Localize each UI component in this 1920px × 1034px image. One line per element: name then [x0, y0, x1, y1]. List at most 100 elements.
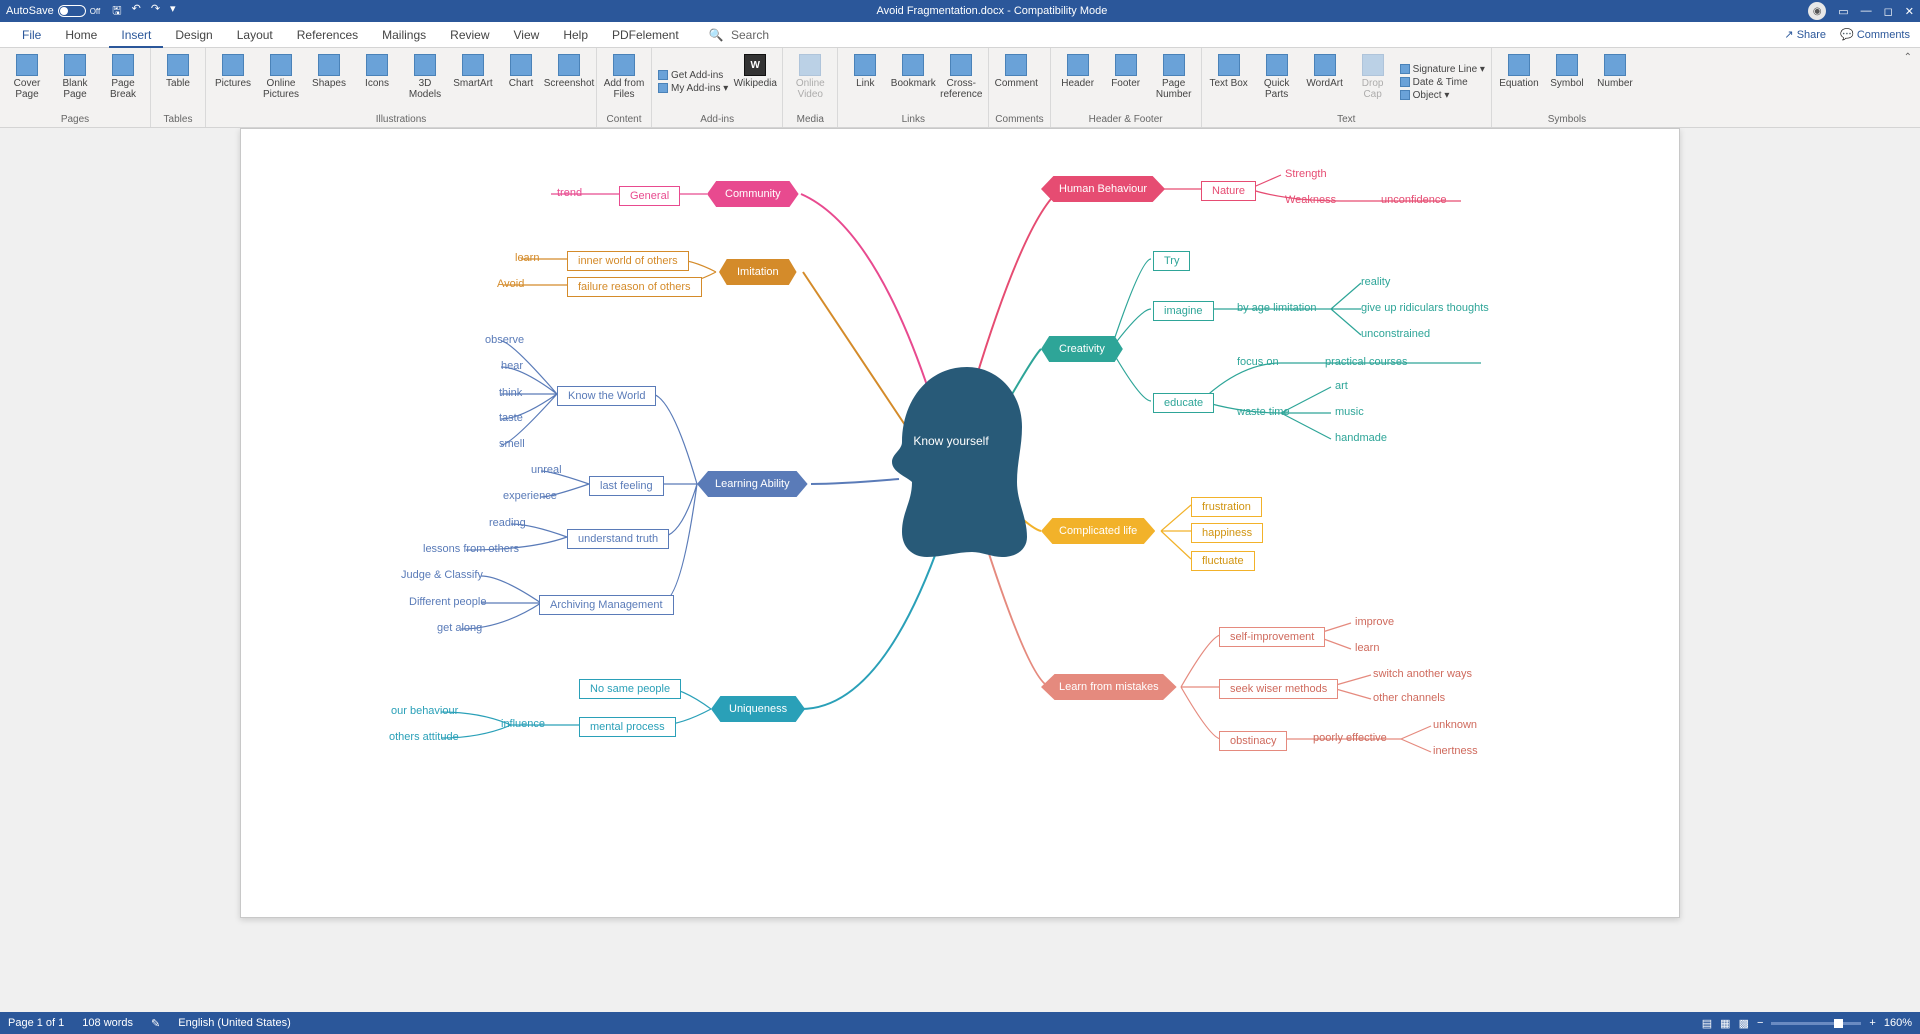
node-learn2: learn — [1355, 642, 1379, 654]
print-layout-icon[interactable]: ▦ — [1720, 1017, 1730, 1030]
chart-icon — [510, 54, 532, 76]
node-uniqueness: Uniqueness — [711, 696, 805, 722]
pictures-button[interactable]: Pictures — [212, 52, 254, 112]
tab-references[interactable]: References — [285, 22, 370, 48]
node-nature: Nature — [1201, 181, 1256, 201]
maximize-icon[interactable]: ◻ — [1884, 5, 1893, 18]
signature-line-button[interactable]: Signature Line ▾ — [1400, 64, 1485, 75]
tab-design[interactable]: Design — [163, 22, 224, 48]
link-button[interactable]: Link — [844, 52, 886, 112]
dropcap-icon — [1362, 54, 1384, 76]
ribbon-display-icon[interactable]: ▭ — [1838, 5, 1848, 18]
status-page[interactable]: Page 1 of 1 — [8, 1017, 64, 1029]
node-experience: experience — [503, 490, 557, 502]
status-language[interactable]: English (United States) — [178, 1017, 291, 1029]
save-icon[interactable]: 🖫 — [112, 2, 121, 21]
smartart-button[interactable]: SmartArt — [452, 52, 494, 112]
node-observe: observe — [485, 334, 524, 346]
node-art: art — [1335, 380, 1348, 392]
table-button[interactable]: Table — [157, 52, 199, 112]
chart-button[interactable]: Chart — [500, 52, 542, 112]
zoom-level[interactable]: 160% — [1884, 1017, 1912, 1029]
wikipedia-button[interactable]: WWikipedia — [734, 52, 776, 112]
tab-layout[interactable]: Layout — [225, 22, 285, 48]
icons-label: Icons — [365, 78, 389, 89]
close-icon[interactable]: ✕ — [1905, 5, 1914, 18]
zoom-in-icon[interactable]: + — [1869, 1017, 1875, 1029]
wordart-button[interactable]: WordArt — [1304, 52, 1346, 112]
undo-icon[interactable]: ↶ — [132, 2, 141, 21]
page-number-button[interactable]: Page Number — [1153, 52, 1195, 112]
footer-button[interactable]: Footer — [1105, 52, 1147, 112]
minimize-icon[interactable]: — — [1861, 5, 1872, 17]
tab-review[interactable]: Review — [438, 22, 501, 48]
tab-mailings[interactable]: Mailings — [370, 22, 438, 48]
node-frustration: frustration — [1191, 497, 1262, 517]
wikipedia-label: Wikipedia — [734, 78, 777, 89]
store-icon — [658, 70, 668, 80]
node-know-world: Know the World — [557, 386, 656, 406]
header-button[interactable]: Header — [1057, 52, 1099, 112]
comments-label: Comments — [1857, 29, 1910, 41]
node-waste: waste time — [1237, 406, 1290, 418]
comments-button[interactable]: 💬 Comments — [1840, 28, 1910, 41]
cross-reference-button[interactable]: Cross-reference — [940, 52, 982, 112]
symbol-button[interactable]: Symbol — [1546, 52, 1588, 112]
tab-file[interactable]: File — [10, 22, 53, 48]
node-inertness: inertness — [1433, 745, 1478, 757]
date-time-button[interactable]: Date & Time — [1400, 77, 1485, 88]
online-pictures-icon — [270, 54, 292, 76]
ribbon: Cover Page Blank Page Page Break Pages T… — [0, 48, 1920, 128]
group-illustrations: Illustrations — [212, 112, 590, 125]
read-mode-icon[interactable]: ▤ — [1702, 1017, 1712, 1030]
status-words[interactable]: 108 words — [82, 1017, 133, 1029]
node-weakness: Weakness — [1285, 194, 1336, 206]
models-button[interactable]: 3D Models — [404, 52, 446, 112]
comment-button[interactable]: Comment — [995, 52, 1037, 112]
search-box[interactable]: 🔍 Search — [709, 28, 769, 42]
node-failure-reason: failure reason of others — [567, 277, 702, 297]
spellcheck-icon[interactable]: ✎ — [151, 1017, 160, 1030]
text-box-button[interactable]: Text Box — [1208, 52, 1250, 112]
autosave-toggle[interactable]: AutoSave Off — [6, 5, 100, 17]
get-addins-button[interactable]: Get Add-ins — [658, 70, 728, 81]
zoom-out-icon[interactable]: − — [1757, 1017, 1763, 1029]
shapes-button[interactable]: Shapes — [308, 52, 350, 112]
tab-pdfelement[interactable]: PDFelement — [600, 22, 691, 48]
crossref-icon — [950, 54, 972, 76]
web-layout-icon[interactable]: ▩ — [1739, 1017, 1749, 1030]
add-from-files-button[interactable]: Add from Files — [603, 52, 645, 112]
icons-button[interactable]: Icons — [356, 52, 398, 112]
equation-button[interactable]: Equation — [1498, 52, 1540, 112]
node-unconstrained: unconstrained — [1361, 328, 1430, 340]
number-button[interactable]: Number — [1594, 52, 1636, 112]
cover-page-button[interactable]: Cover Page — [6, 52, 48, 112]
screenshot-button[interactable]: Screenshot — [548, 52, 590, 112]
tab-view[interactable]: View — [502, 22, 552, 48]
quickparts-label: Quick Parts — [1256, 78, 1298, 100]
collapse-ribbon-icon[interactable]: ⌃ — [1896, 48, 1920, 127]
online-pictures-button[interactable]: Online Pictures — [260, 52, 302, 112]
object-icon — [1400, 90, 1410, 100]
tab-insert[interactable]: Insert — [109, 22, 163, 48]
document-area[interactable]: Know yourself Community General trend Im… — [0, 128, 1920, 1012]
share-button[interactable]: ↗ Share — [1784, 28, 1826, 41]
node-hear: hear — [501, 360, 523, 372]
bookmark-button[interactable]: Bookmark — [892, 52, 934, 112]
signature-icon — [1400, 64, 1410, 74]
my-addins-button[interactable]: My Add-ins ▾ — [658, 83, 728, 94]
tab-help[interactable]: Help — [551, 22, 600, 48]
textbox-label: Text Box — [1209, 78, 1247, 89]
user-avatar[interactable]: ◉ — [1808, 2, 1826, 20]
zoom-thumb[interactable] — [1834, 1019, 1843, 1028]
wordart-label: WordArt — [1306, 78, 1343, 89]
blank-page-button[interactable]: Blank Page — [54, 52, 96, 112]
toggle-icon — [58, 5, 86, 17]
tab-home[interactable]: Home — [53, 22, 109, 48]
object-button[interactable]: Object ▾ — [1400, 90, 1485, 101]
quick-parts-button[interactable]: Quick Parts — [1256, 52, 1298, 112]
zoom-slider[interactable] — [1771, 1022, 1861, 1025]
node-reality: reality — [1361, 276, 1390, 288]
page-break-button[interactable]: Page Break — [102, 52, 144, 112]
redo-icon[interactable]: ↷ — [151, 2, 160, 21]
